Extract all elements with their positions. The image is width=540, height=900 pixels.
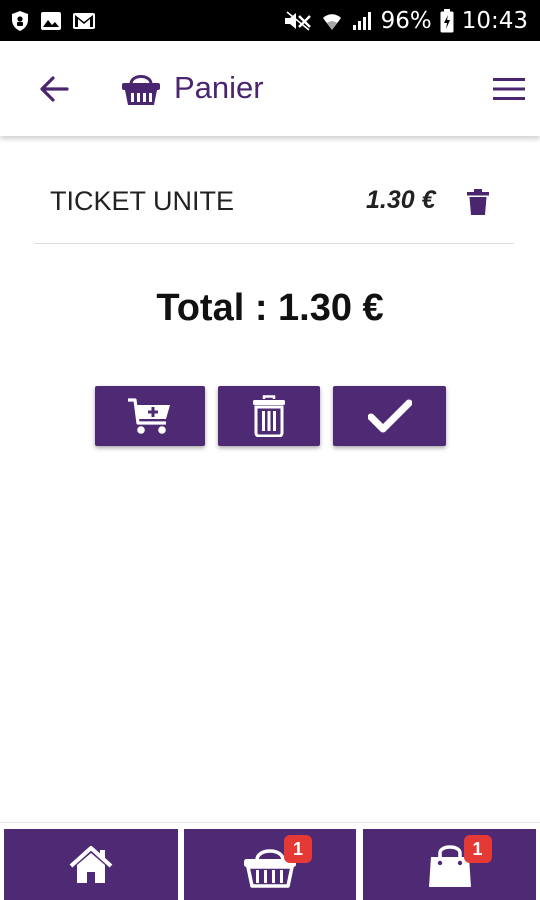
orders-count-badge: 1	[463, 835, 492, 863]
status-bar: 96% 10:43	[0, 0, 540, 41]
clock: 10:43	[461, 8, 528, 34]
app-bar: Panier	[0, 41, 540, 136]
nav-home-button[interactable]	[4, 829, 178, 900]
trash-can-icon	[253, 395, 285, 437]
nav-orders-button[interactable]: 1	[363, 829, 536, 900]
gmail-icon	[72, 12, 96, 30]
validate-order-button[interactable]	[333, 386, 446, 446]
status-left-icons	[10, 9, 96, 33]
cart-total: Total : 1.30 €	[156, 287, 384, 329]
home-icon	[69, 846, 113, 883]
trash-icon	[467, 189, 489, 215]
page-title: Panier	[174, 70, 264, 105]
back-button[interactable]	[36, 71, 72, 107]
bottom-nav: 1 1	[0, 822, 540, 900]
basket-count-badge: 1	[284, 835, 312, 863]
nav-basket-icon-wrap: 1	[240, 835, 312, 891]
add-to-cart-button[interactable]	[95, 386, 205, 446]
menu-button[interactable]	[492, 74, 526, 104]
battery-percent: 96%	[380, 8, 432, 34]
status-right-icons: 96% 10:43	[283, 6, 528, 36]
cart-plus-icon	[128, 398, 170, 434]
nav-basket-button[interactable]: 1	[184, 829, 356, 900]
item-name: TICKET UNITE	[50, 186, 235, 216]
checkmark-icon	[367, 399, 412, 433]
hamburger-menu-icon	[493, 78, 525, 100]
item-delete-button[interactable]	[466, 188, 490, 216]
shield-icon	[10, 10, 30, 32]
clear-cart-button[interactable]	[218, 386, 320, 446]
nav-home-icon-wrap	[61, 839, 121, 891]
item-price: 1.30 €	[366, 186, 436, 214]
battery-icon	[440, 9, 454, 33]
cart-item: TICKET UNITE 1.30 €	[34, 168, 514, 244]
wifi-icon	[321, 10, 343, 32]
image-icon	[40, 11, 62, 31]
arrow-left-icon	[40, 76, 69, 102]
basket-icon	[120, 68, 162, 108]
mute-icon	[283, 10, 313, 32]
signal-icon	[351, 10, 373, 32]
nav-orders-icon-wrap: 1	[420, 835, 492, 891]
